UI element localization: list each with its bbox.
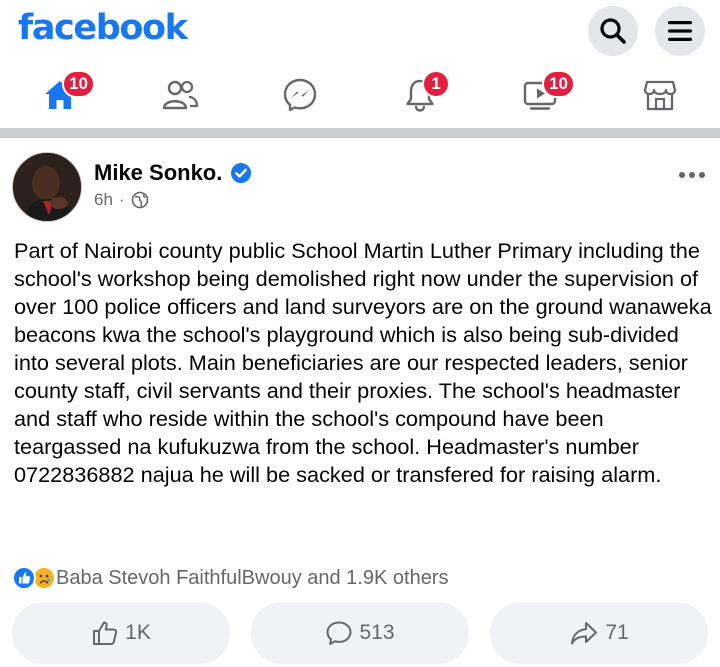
tab-home[interactable]: 10	[10, 62, 110, 128]
marketplace-icon	[643, 80, 677, 111]
tab-messenger[interactable]	[250, 62, 350, 128]
post-time[interactable]: 6h	[94, 190, 113, 210]
search-icon	[600, 18, 626, 44]
menu-icon	[668, 21, 692, 41]
watch-badge: 10	[542, 70, 575, 98]
post-meta: 6h ·	[94, 190, 149, 210]
like-count: 1K	[125, 621, 151, 644]
like-reaction-icon	[12, 566, 36, 590]
home-badge: 10	[62, 70, 95, 98]
top-bar: facebook	[0, 0, 720, 62]
comment-count: 513	[359, 621, 395, 644]
reactions-text[interactable]: Baba Stevoh FaithfulBwouy and 1.9K other…	[56, 567, 448, 590]
facebook-logo[interactable]: facebook	[18, 8, 188, 48]
tab-watch[interactable]: 10	[490, 62, 590, 128]
tab-marketplace[interactable]	[610, 62, 710, 128]
like-button[interactable]: 1K	[12, 602, 230, 664]
friends-icon	[162, 80, 199, 110]
post-actions: 1K 513 71	[0, 602, 720, 664]
search-button[interactable]	[588, 6, 638, 56]
share-count: 71	[605, 621, 629, 644]
messenger-icon	[283, 78, 317, 112]
share-icon	[571, 622, 598, 645]
avatar[interactable]	[12, 152, 82, 222]
section-divider	[0, 128, 720, 138]
meta-separator: ·	[118, 190, 125, 209]
post-header: Mike Sonko. 6h ·	[0, 138, 720, 238]
like-icon	[93, 621, 118, 645]
reactions-summary[interactable]: Baba Stevoh FaithfulBwouy and 1.9K other…	[12, 564, 448, 592]
reaction-icons	[12, 564, 64, 592]
tab-friends[interactable]	[130, 62, 230, 128]
more-options-icon	[679, 172, 705, 178]
globe-icon	[131, 191, 148, 209]
post-author[interactable]: Mike Sonko.	[94, 160, 252, 186]
menu-button[interactable]	[655, 6, 705, 56]
post-options-button[interactable]	[678, 166, 706, 184]
comment-button[interactable]: 513	[251, 602, 469, 664]
comment-icon	[326, 621, 352, 645]
verified-badge-icon	[231, 163, 252, 183]
share-button[interactable]: 71	[490, 602, 708, 664]
author-name[interactable]: Mike Sonko.	[94, 160, 222, 186]
tab-notifications[interactable]: 1	[370, 62, 470, 128]
post-text: Part of Nairobi county public School Mar…	[14, 238, 712, 487]
notifications-badge: 1	[422, 70, 450, 98]
nav-bar: 10 1 10	[0, 62, 720, 128]
